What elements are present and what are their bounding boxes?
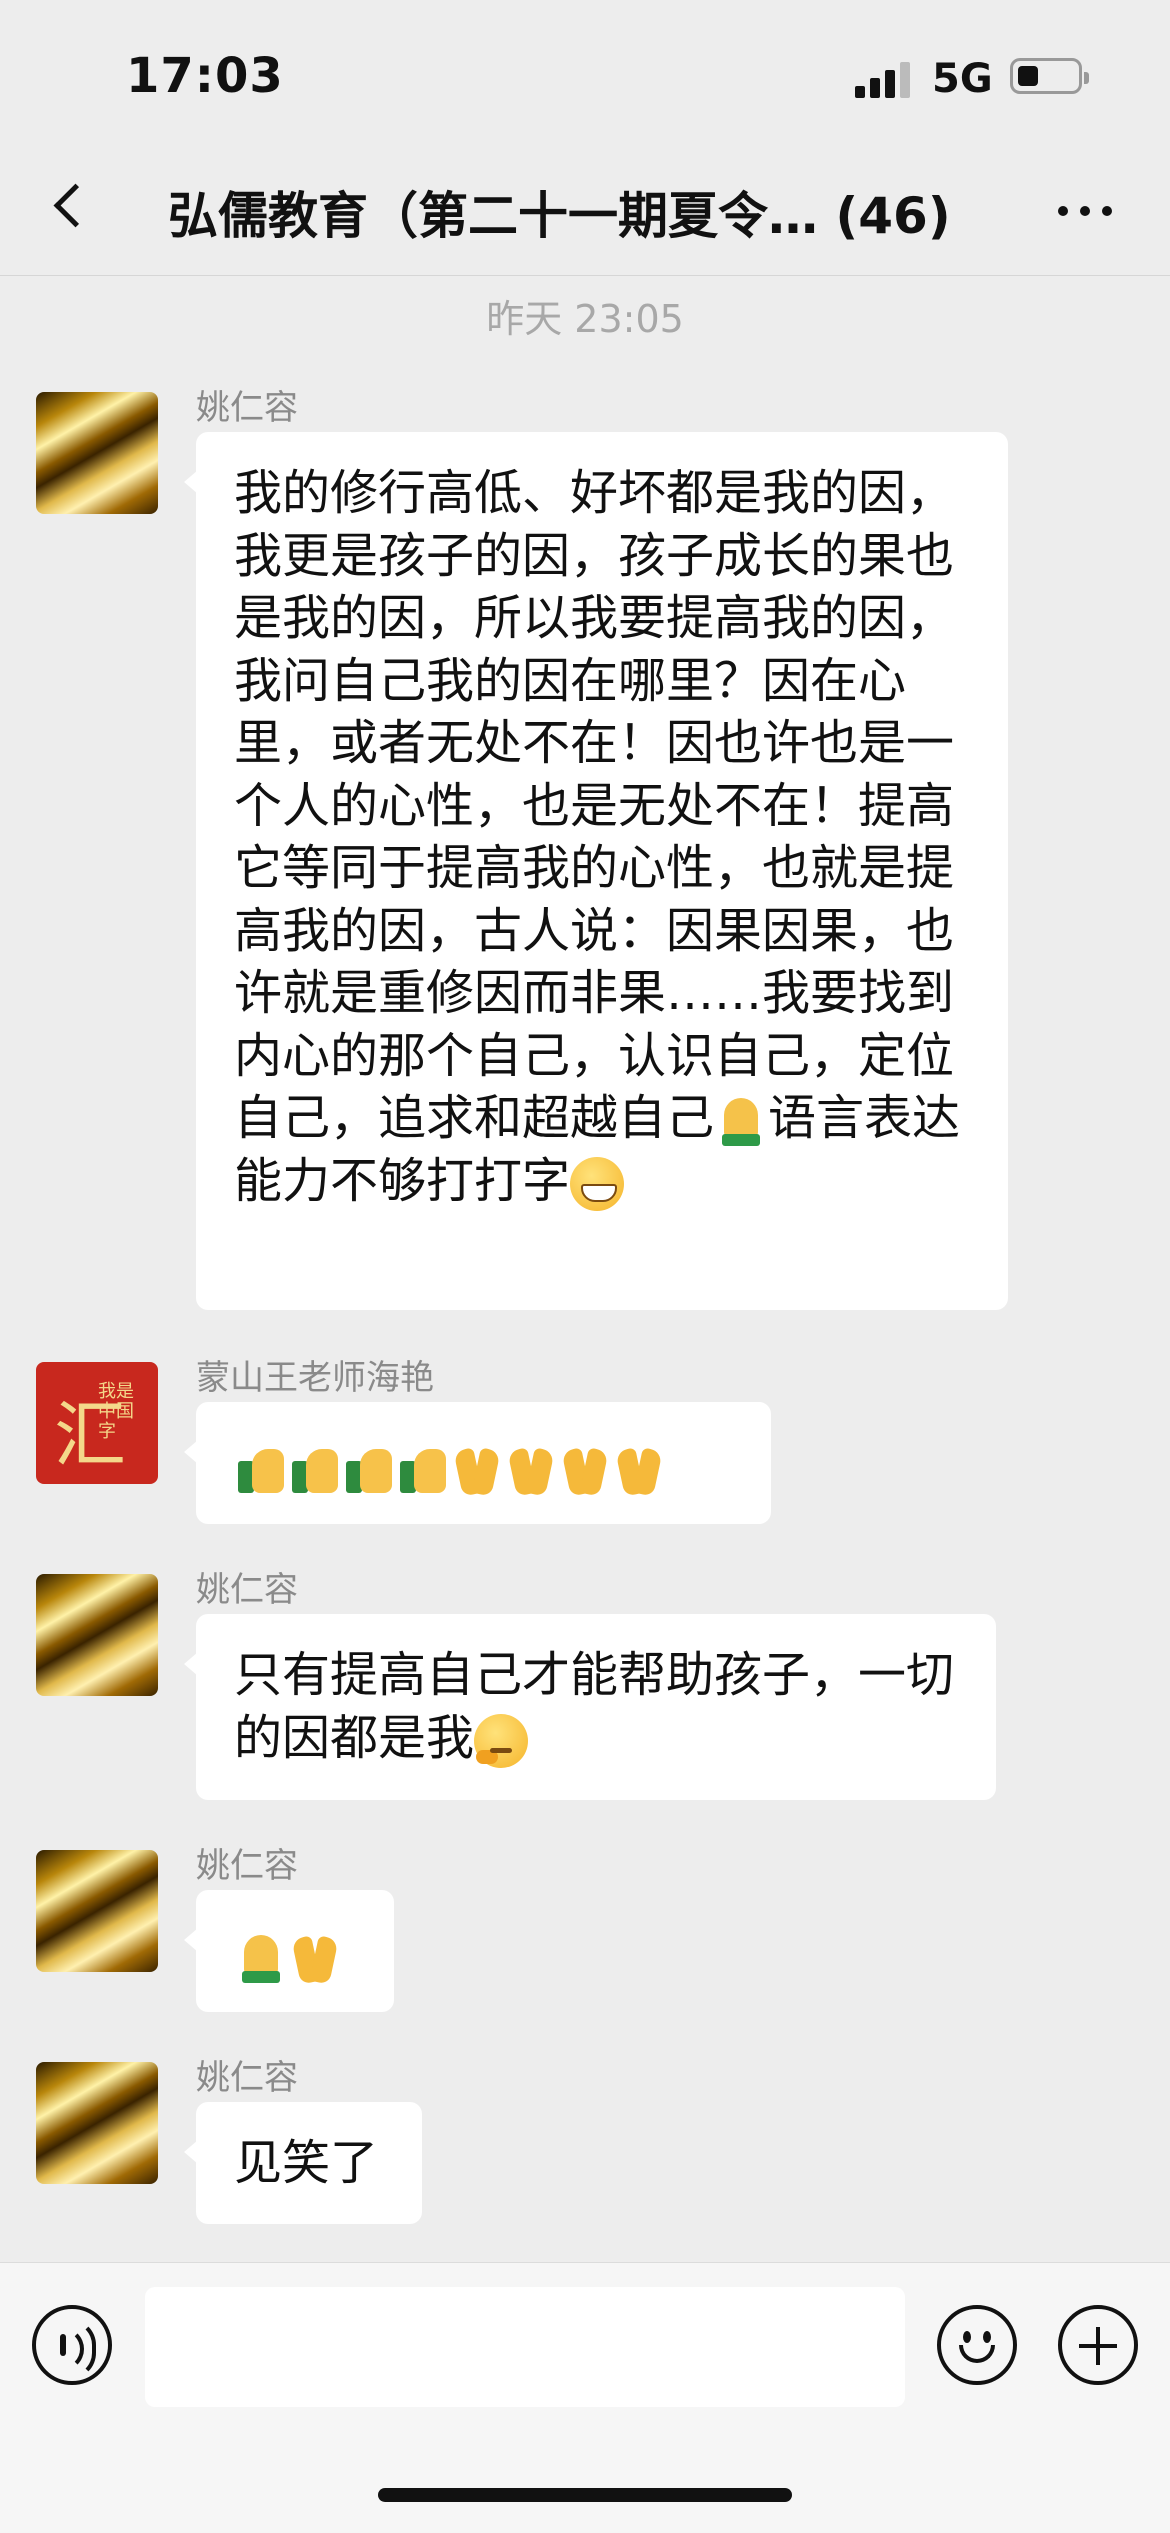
avatar[interactable] <box>36 1574 158 1696</box>
status-bar: 17:03 5G <box>0 0 1170 150</box>
battery-icon <box>1010 58 1089 94</box>
message-bubble[interactable]: 我的修行高低、好坏都是我的因，我更是孩子的因，孩子成长的果也是我的因，所以我要提… <box>184 432 1008 1310</box>
folded-hands-emoji <box>234 1931 288 1985</box>
clapping-hands-emoji <box>504 1443 558 1497</box>
battery-level <box>1018 66 1038 86</box>
sender-name: 蒙山王老师海艳 <box>196 1358 434 1398</box>
avatar[interactable] <box>36 2062 158 2184</box>
message-bubble[interactable] <box>184 1890 394 2012</box>
timestamp: 昨天 23:05 <box>486 297 684 341</box>
message-text: 见笑了 <box>234 2135 379 2191</box>
ellipsis-icon[interactable] <box>1050 180 1120 240</box>
thumbs-up-emoji <box>396 1443 450 1497</box>
clapping-hands-emoji <box>288 1931 342 1985</box>
message-bubble[interactable]: 见笑了 <box>184 2102 422 2224</box>
plus-icon[interactable] <box>1058 2305 1138 2385</box>
clapping-hands-emoji <box>558 1443 612 1497</box>
avatar-subtext: 我是中国字 <box>98 1381 134 1442</box>
chat-title: 弘儒教育（第二十一期夏令… (46) <box>168 187 951 245</box>
avatar[interactable] <box>36 392 158 514</box>
thinking-face-emoji <box>474 1713 529 1768</box>
network-type: 5G <box>932 56 993 102</box>
thumbs-up-emoji <box>234 1443 288 1497</box>
message-bubble[interactable]: 只有提高自己才能帮助孩子，一切的因都是我 <box>184 1614 996 1800</box>
avatar[interactable] <box>36 1850 158 1972</box>
chevron-left-icon[interactable] <box>40 178 100 238</box>
clapping-hands-emoji <box>450 1443 504 1497</box>
grinning-face-emoji <box>570 1156 625 1211</box>
sender-name: 姚仁容 <box>196 1570 298 1610</box>
home-indicator[interactable] <box>378 2488 792 2502</box>
status-time: 17:03 <box>126 48 284 104</box>
folded-hands-emoji <box>714 1094 768 1148</box>
avatar[interactable]: 汇 我是中国字 <box>36 1362 158 1484</box>
message-bubble[interactable] <box>184 1402 771 1524</box>
voice-icon[interactable] <box>32 2305 112 2385</box>
smiley-icon[interactable] <box>937 2305 1017 2385</box>
signal-bars-icon <box>855 60 915 98</box>
clapping-hands-emoji <box>612 1443 666 1497</box>
sender-name: 姚仁容 <box>196 388 298 428</box>
sender-name: 姚仁容 <box>196 2058 298 2098</box>
message-text: 我的修行高低、好坏都是我的因，我更是孩子的因，孩子成长的果也是我的因，所以我要提… <box>234 465 955 1146</box>
message-text: 只有提高自己才能帮助孩子，一切的因都是我 <box>234 1647 955 1766</box>
sender-name: 姚仁容 <box>196 1846 298 1886</box>
nav-bar: 弘儒教育（第二十一期夏令… (46) <box>0 150 1170 276</box>
message-input[interactable] <box>145 2287 905 2407</box>
thumbs-up-emoji <box>342 1443 396 1497</box>
thumbs-up-emoji <box>288 1443 342 1497</box>
